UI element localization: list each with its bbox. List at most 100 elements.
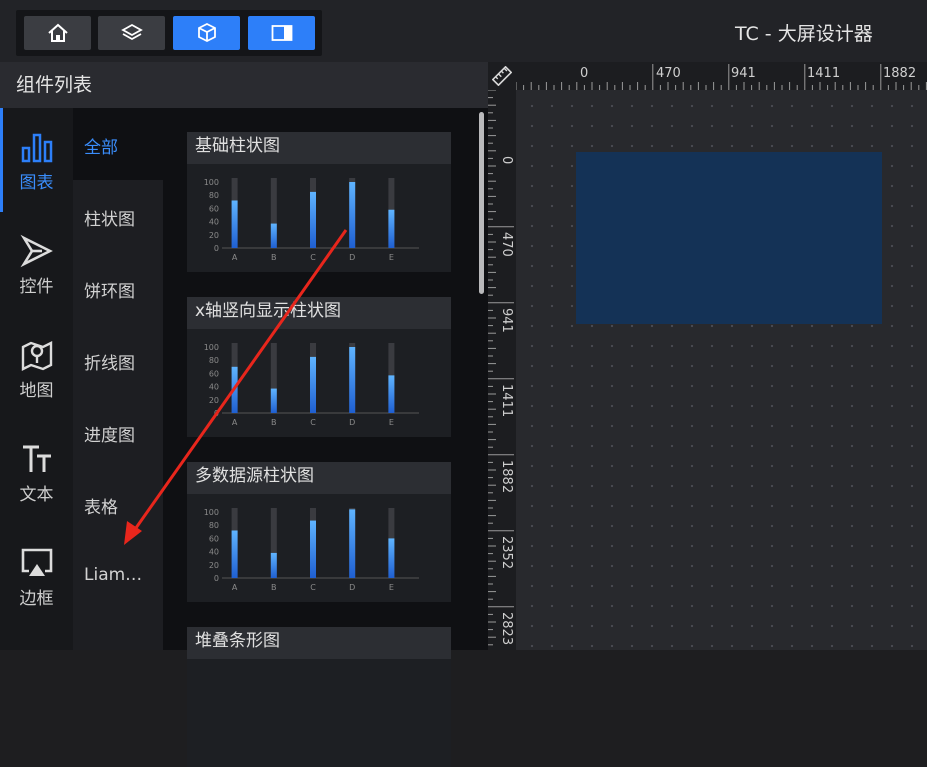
x-tick-label: D: [349, 583, 355, 592]
component-title: 基础柱状图: [187, 132, 451, 164]
subcategory-table[interactable]: 表格: [84, 493, 118, 518]
bar: [231, 366, 238, 413]
category-border[interactable]: 边框: [0, 524, 73, 628]
bar: [310, 191, 316, 248]
panel-toggle-icon: [271, 25, 292, 41]
category-label: 控件: [19, 277, 54, 297]
component-title: x轴竖向显示柱状图: [187, 297, 451, 329]
ruler-icon: [492, 66, 512, 86]
ruler-label: 1411: [807, 66, 841, 81]
bar: [310, 356, 316, 413]
subcategory-liam[interactable]: Liam…: [84, 565, 142, 585]
y-tick-label: 60: [209, 369, 219, 378]
x-tick-label: E: [389, 583, 394, 592]
y-tick-label: 40: [209, 548, 219, 557]
layers-button[interactable]: [98, 16, 165, 50]
ruler-label: 2823: [499, 612, 514, 646]
y-tick-label: 0: [214, 244, 219, 253]
y-tick-label: 100: [204, 343, 219, 352]
component-card[interactable]: 基础柱状图 100 80 60 40 20 0 A B C D E: [187, 132, 451, 272]
y-tick-label: 40: [209, 218, 219, 227]
component-title: 堆叠条形图: [187, 627, 451, 659]
home-icon: [47, 23, 68, 42]
subcategory-pie[interactable]: 饼环图: [84, 277, 135, 302]
ruler-label: 941: [499, 308, 514, 333]
x-tick-label: A: [232, 418, 238, 427]
x-tick-label: C: [310, 583, 316, 592]
bar: [270, 388, 277, 413]
component-preview-chart: 100 80 60 40 20 0 A B C D E: [204, 178, 419, 262]
y-tick-label: 20: [209, 396, 219, 405]
x-tick-label: A: [232, 583, 238, 592]
horizontal-ruler[interactable]: 0 470 941 1411 1882: [516, 62, 927, 90]
y-tick-label: 80: [209, 356, 219, 365]
vertical-ruler[interactable]: 0 470 941 1411 1882 2352 2823: [488, 90, 516, 650]
category-controls[interactable]: 控件: [0, 212, 73, 316]
x-tick-label: B: [271, 253, 277, 262]
category-label: 文本: [19, 485, 54, 505]
component-card[interactable]: 堆叠条形图: [187, 627, 451, 767]
bar: [388, 538, 395, 578]
x-tick-label: C: [310, 418, 316, 427]
component-preview-chart: 100 80 60 40 20 0 A B C D E: [204, 343, 419, 427]
category-label: 图表: [19, 173, 54, 193]
y-tick-label: 0: [214, 409, 219, 418]
bar: [349, 182, 356, 248]
category-text[interactable]: 文本: [0, 420, 73, 524]
y-tick-label: 60: [209, 204, 219, 213]
bar: [388, 375, 395, 413]
y-tick-label: 20: [209, 561, 219, 570]
category-map[interactable]: 地图: [0, 316, 73, 420]
subcategory-line[interactable]: 折线图: [84, 349, 135, 374]
y-tick-label: 40: [209, 383, 219, 392]
play-cursor-icon: [20, 234, 53, 268]
bar: [310, 520, 316, 578]
x-tick-label: D: [349, 418, 355, 427]
component-card[interactable]: x轴竖向显示柱状图 100 80 60 40 20 0 A B C D E: [187, 297, 451, 437]
x-tick-label: E: [389, 253, 394, 262]
panel-scrollbar-thumb[interactable]: [479, 112, 484, 294]
y-tick-label: 100: [204, 178, 219, 187]
x-tick-label: B: [271, 583, 277, 592]
component-card[interactable]: 多数据源柱状图 100 80 60 40 20 0 A B C D E: [187, 462, 451, 602]
subcategory-bar[interactable]: 柱状图: [84, 205, 135, 230]
bar: [270, 552, 277, 578]
ruler-label: 470: [499, 232, 514, 257]
ruler-label: 470: [656, 66, 681, 81]
x-tick-label: A: [232, 253, 238, 262]
y-tick-label: 0: [214, 574, 219, 583]
y-tick-label: 80: [209, 521, 219, 530]
tool-button-group: [16, 10, 322, 56]
app-title: TC - 大屏设计器: [735, 23, 873, 45]
y-tick-label: 100: [204, 508, 219, 517]
x-tick-label: B: [271, 418, 277, 427]
category-chart[interactable]: 图表: [0, 108, 73, 212]
bar: [231, 530, 238, 578]
horizontal-ruler-ticks: [516, 64, 927, 90]
bar: [270, 223, 277, 248]
bar: [388, 209, 395, 248]
bar: [231, 200, 238, 248]
top-toolbar: TC - 大屏设计器: [0, 0, 927, 62]
home-button[interactable]: [24, 16, 91, 50]
ruler-label: 1882: [499, 460, 514, 494]
border-frame-icon: [21, 548, 53, 576]
components-button[interactable]: [173, 16, 240, 50]
layers-icon: [120, 23, 143, 41]
panel-toggle-button[interactable]: [248, 16, 315, 50]
component-preview-chart: 100 80 60 40 20 0 A B C D E: [204, 508, 419, 592]
canvas-artboard[interactable]: [576, 152, 882, 324]
ruler-label: 2352: [499, 536, 514, 570]
cube-icon: [197, 22, 216, 43]
ruler-corner[interactable]: [488, 62, 516, 90]
bar: [349, 509, 356, 578]
ruler-label: 0: [580, 66, 589, 81]
ruler-label: 941: [731, 66, 756, 81]
component-title: 多数据源柱状图: [187, 462, 451, 494]
y-tick-label: 80: [209, 191, 219, 200]
x-tick-label: E: [389, 418, 394, 427]
subcategory-all[interactable]: 全部: [84, 133, 118, 158]
y-tick-label: 60: [209, 534, 219, 543]
subcategory-progress[interactable]: 进度图: [84, 421, 135, 446]
map-pin-icon: [21, 341, 53, 371]
